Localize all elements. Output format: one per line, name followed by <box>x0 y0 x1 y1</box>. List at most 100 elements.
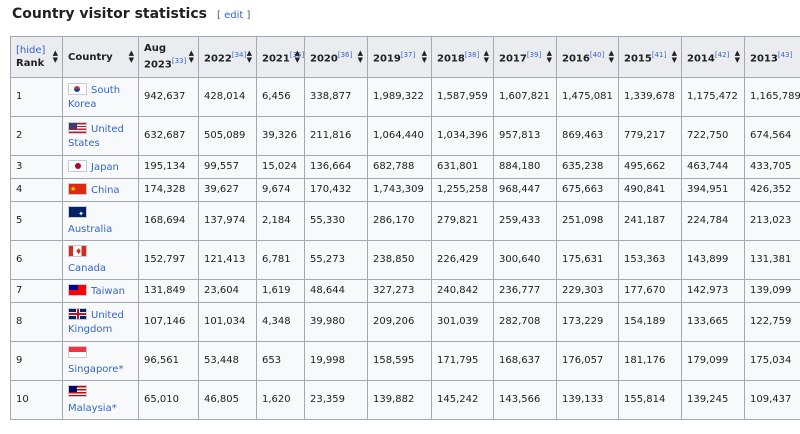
flag-icon <box>68 82 87 95</box>
column-header-2014[interactable]: 2014[42] ▲ ▼ <box>681 36 745 78</box>
country-cell: South Korea <box>62 77 139 117</box>
country-cell: Singapore* <box>62 341 139 381</box>
reference-link[interactable]: [34] <box>232 51 246 59</box>
visitor-count-cell: 300,640 <box>493 240 557 280</box>
sort-arrows-icon[interactable]: ▲ ▼ <box>189 50 194 64</box>
column-header-label: Aug 2023 <box>144 43 172 71</box>
visitor-count-cell: 136,664 <box>304 155 368 179</box>
visitor-count-cell: 490,841 <box>618 178 682 202</box>
column-header-aug-2023[interactable]: Aug 2023[33] ▲ ▼ <box>138 36 199 78</box>
rank-cell: 10 <box>10 380 63 420</box>
column-header-country[interactable]: Country ▲ ▼ <box>62 36 139 78</box>
visitor-count-cell: 1,175,472 <box>681 77 745 117</box>
visitor-count-cell: 1,989,322 <box>367 77 432 117</box>
visitor-count-cell: 241,187 <box>618 201 682 241</box>
reference-link[interactable]: [43] <box>778 51 792 59</box>
country-cell: United States <box>62 116 139 156</box>
visitor-count-cell: 139,245 <box>681 380 745 420</box>
edit-section-link[interactable]: edit <box>224 10 243 21</box>
visitor-count-cell: 251,098 <box>556 201 619 241</box>
visitor-statistics-table: [hide] Rank ▲ ▼ Country ▲ ▼ Aug 2023[33] ▲ ▼ 2022[… <box>10 36 800 420</box>
rank-cell: 2 <box>10 116 63 156</box>
visitor-count-cell: 19,998 <box>304 341 368 381</box>
country-link[interactable]: Taiwan <box>91 286 125 297</box>
visitor-count-cell: 463,744 <box>681 155 745 179</box>
visitor-count-cell: 1,255,258 <box>431 178 494 202</box>
country-link[interactable]: Singapore* <box>68 364 123 375</box>
rank-cell: 3 <box>10 155 63 179</box>
reference-link[interactable]: [40] <box>590 51 604 59</box>
table-row: 6 Canada 152,797121,4136,78155,273238,8502… <box>10 240 800 280</box>
column-header-label: 2016 <box>562 53 590 65</box>
reference-link[interactable]: [33] <box>172 57 186 65</box>
reference-link[interactable]: [38] <box>465 51 479 59</box>
reference-link[interactable]: [39] <box>527 51 541 59</box>
column-header-label: 2021 <box>262 53 290 65</box>
visitor-count-cell: 1,620 <box>256 380 305 420</box>
column-header-2020[interactable]: 2020[36] ▲ ▼ <box>304 36 368 78</box>
reference-link[interactable]: [36] <box>338 51 352 59</box>
country-link[interactable]: Malaysia* <box>68 403 117 414</box>
visitor-count-cell: 505,089 <box>198 116 257 156</box>
column-header-2021[interactable]: 2021[35] ▲ ▼ <box>256 36 305 78</box>
country-link[interactable]: Australia <box>68 224 112 235</box>
visitor-count-cell: 6,456 <box>256 77 305 117</box>
column-header-2013[interactable]: 2013[43]▲▼ <box>744 36 800 78</box>
visitor-count-cell: 55,330 <box>304 201 368 241</box>
visitor-count-cell: 152,797 <box>138 240 199 280</box>
section-title: Country visitor statistics <box>12 6 207 22</box>
country-link[interactable]: China <box>91 185 120 196</box>
visitor-count-cell: 168,637 <box>493 341 557 381</box>
visitor-count-cell: 1,064,440 <box>367 116 432 156</box>
visitor-count-cell: 48,644 <box>304 279 368 303</box>
table-row: 1 South Korea 942,637 428,014 6,456 338,877 1,… <box>10 77 800 117</box>
visitor-count-cell: 957,813 <box>493 116 557 156</box>
visitor-count-cell: 213,023 <box>744 201 800 241</box>
flag-icon <box>68 182 87 196</box>
column-header-2016[interactable]: 2016[40] ▲ ▼ <box>556 36 619 78</box>
reference-link[interactable]: [42] <box>715 51 729 59</box>
visitor-count-cell: 122,759 <box>744 302 800 342</box>
visitor-count-cell: 158,595 <box>367 341 432 381</box>
rank-cell: 9 <box>10 341 63 381</box>
column-header-2015[interactable]: 2015[41] ▲ ▼ <box>618 36 682 78</box>
visitor-count-cell: 869,463 <box>556 116 619 156</box>
sort-arrows-icon[interactable]: ▲ ▼ <box>735 50 740 64</box>
sort-arrows-icon[interactable]: ▲ ▼ <box>547 50 552 64</box>
sort-arrows-icon[interactable]: ▲ ▼ <box>53 50 58 64</box>
sort-arrows-icon[interactable]: ▲ ▼ <box>295 50 300 64</box>
country-link[interactable]: Canada <box>68 263 106 274</box>
table-row: 10 Malaysia* 65,010 46,805 1,620 23,359 139,88… <box>10 380 800 420</box>
hide-table-link[interactable]: [hide] <box>16 44 48 57</box>
country-link[interactable]: Japan <box>91 162 119 173</box>
sort-arrows-icon[interactable]: ▲ ▼ <box>129 50 134 64</box>
visitor-count-cell: 236,777 <box>493 279 557 303</box>
visitor-count-cell: 23,359 <box>304 380 368 420</box>
visitor-count-cell: 6,781 <box>256 240 305 280</box>
visitor-count-cell: 394,951 <box>681 178 745 202</box>
reference-link[interactable]: [37] <box>401 51 415 59</box>
section-heading: Country visitor statistics [ edit ] <box>12 6 250 30</box>
column-header-2018[interactable]: 2018[38] ▲ ▼ <box>431 36 494 78</box>
column-header-rank[interactable]: [hide] Rank ▲ ▼ <box>10 36 63 78</box>
sort-arrows-icon[interactable]: ▲ ▼ <box>609 50 614 64</box>
column-header-2017[interactable]: 2017[39] ▲ ▼ <box>493 36 557 78</box>
column-header-2022[interactable]: 2022[34] ▲ ▼ <box>198 36 257 78</box>
sort-arrows-icon[interactable]: ▲ ▼ <box>672 50 677 64</box>
flag-icon <box>68 345 87 358</box>
flag-icon <box>68 205 87 221</box>
visitor-count-cell: 301,039 <box>431 302 494 342</box>
visitor-count-cell: 675,663 <box>556 178 619 202</box>
sort-arrows-icon[interactable]: ▲ ▼ <box>358 50 363 64</box>
flag-icon <box>68 283 87 296</box>
visitor-count-cell: 722,750 <box>681 116 745 156</box>
sort-arrows-icon[interactable]: ▲ ▼ <box>484 50 489 64</box>
sort-arrows-icon[interactable]: ▲ ▼ <box>247 50 252 64</box>
table-row: 9 Singapore* 96,561 53,448 653 19,998 158,595 1… <box>10 341 800 381</box>
reference-link[interactable]: [41] <box>652 51 666 59</box>
visitor-count-cell: 174,328 <box>138 178 199 202</box>
sort-arrows-icon[interactable]: ▲ ▼ <box>422 50 427 64</box>
column-header-2019[interactable]: 2019[37] ▲ ▼ <box>367 36 432 78</box>
visitor-count-cell: 145,242 <box>431 380 494 420</box>
visitor-count-cell: 177,670 <box>618 279 682 303</box>
